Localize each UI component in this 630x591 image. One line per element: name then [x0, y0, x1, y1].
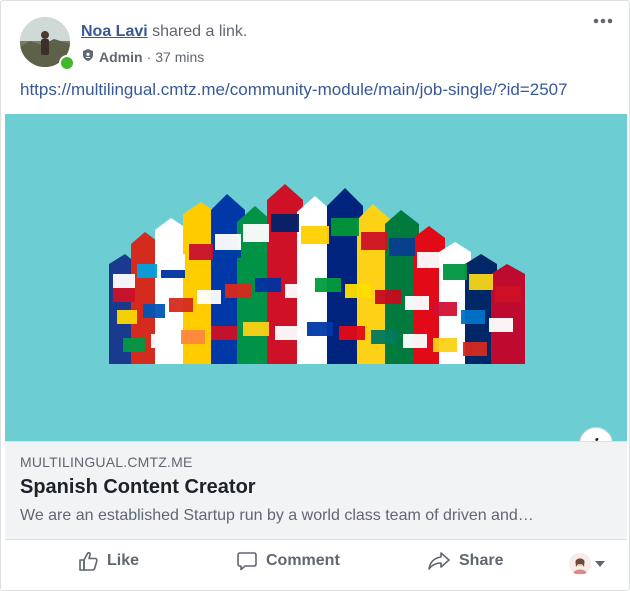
- more-horizontal-icon: [593, 18, 613, 24]
- comment-button[interactable]: Comment: [236, 550, 340, 572]
- more-options-button[interactable]: [589, 17, 617, 37]
- role-badge: Admin: [99, 48, 143, 65]
- caret-down-icon: [595, 561, 605, 567]
- post-card: Noa Lavi shared a link. Admin · 37 mins …: [0, 0, 630, 591]
- author-line: Noa Lavi shared a link.: [81, 23, 247, 41]
- preview-domain: MULTILINGUAL.CMTZ.ME: [20, 454, 193, 470]
- post-meta: Admin · 37 mins: [81, 48, 204, 65]
- admin-shield-icon: [81, 48, 95, 65]
- profile-avatar-icon: [569, 553, 591, 575]
- shared-action-text: shared a link.: [147, 23, 248, 40]
- online-status-dot: [59, 55, 75, 71]
- share-label: Share: [459, 552, 504, 569]
- post-actions-bar: Like Comment Share: [5, 539, 627, 590]
- share-arrow-icon: [428, 552, 450, 570]
- comment-label: Comment: [266, 552, 340, 569]
- share-button[interactable]: Share: [427, 550, 503, 572]
- meta-separator: ·: [146, 48, 152, 65]
- preview-description: We are an established Startup run by a w…: [20, 507, 534, 524]
- speech-bubble-icon: [237, 552, 257, 571]
- link-preview-caption[interactable]: MULTILINGUAL.CMTZ.ME Spanish Content Cre…: [5, 441, 627, 539]
- flags-people-illustration: [5, 114, 627, 441]
- link-preview-image[interactable]: i: [5, 114, 627, 441]
- thumbs-up-icon: [79, 551, 98, 571]
- reaction-profile-selector[interactable]: [569, 553, 605, 575]
- preview-title[interactable]: Spanish Content Creator: [20, 476, 256, 499]
- author-name-link[interactable]: Noa Lavi: [81, 23, 148, 40]
- like-button[interactable]: Like: [77, 550, 139, 572]
- like-label: Like: [107, 552, 140, 569]
- post-link-url[interactable]: https://multilingual.cmtz.me/community-m…: [20, 80, 568, 100]
- post-header: Noa Lavi shared a link. Admin · 37 mins: [20, 17, 617, 71]
- post-timestamp[interactable]: 37 mins: [155, 49, 204, 65]
